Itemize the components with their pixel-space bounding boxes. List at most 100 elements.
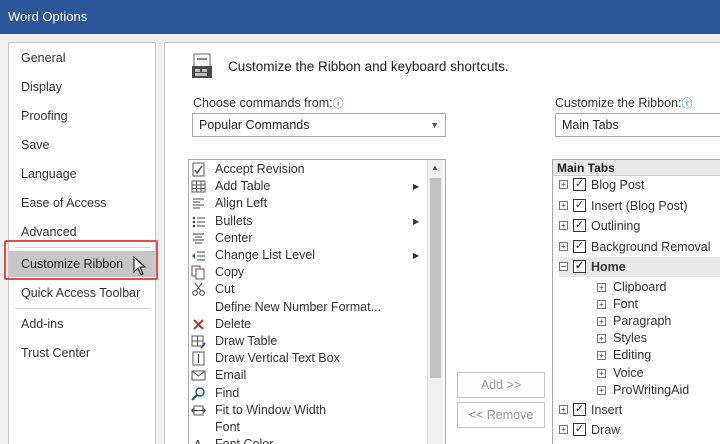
command-item[interactable]: Find — [189, 385, 425, 402]
ribbon-tab-item[interactable]: + ✓ Draw — [559, 420, 720, 440]
commands-list[interactable]: A Font Color Font Fit to Window Width Find Em… — [188, 159, 446, 444]
expand-icon[interactable]: + — [597, 334, 606, 344]
remove-button[interactable]: << Remove — [457, 402, 545, 428]
expand-icon[interactable]: + — [597, 385, 606, 395]
command-item[interactable]: Accept Revision — [189, 161, 425, 178]
ribbon-tab-item[interactable]: + ✓ Outlining — [559, 216, 720, 236]
choose-commands-dropdown[interactable]: Popular Commands ▼ — [192, 113, 446, 137]
command-label: Fit to Window Width — [215, 402, 327, 417]
command-label: Accept Revision — [215, 162, 305, 176]
chevron-down-icon: ▼ — [430, 120, 439, 130]
ribbon-tab-item[interactable]: + ✓ Insert — [559, 400, 720, 420]
customize-ribbon-label: Customize the Ribbon:ⓘ — [555, 95, 692, 111]
expand-icon[interactable]: + — [597, 299, 606, 309]
command-item[interactable]: Draw Vertical Text Box — [189, 350, 425, 367]
expand-icon[interactable]: + — [559, 241, 568, 251]
info-icon: ⓘ — [681, 98, 693, 110]
tree-header-label: Main Tabs — [557, 161, 615, 175]
expand-icon[interactable]: + — [559, 404, 568, 414]
submenu-arrow-icon: ▶ — [413, 251, 420, 260]
align-left-icon — [191, 196, 206, 211]
nav-item-general[interactable]: General — [9, 45, 155, 71]
ribbon-tab-item[interactable]: + ✓ Blog Post — [559, 175, 720, 195]
command-item[interactable]: Email — [189, 367, 425, 384]
command-item[interactable]: Center — [189, 230, 425, 247]
expand-icon[interactable]: + — [559, 200, 568, 210]
nav-item-display[interactable]: Display — [9, 74, 155, 100]
copy-icon — [191, 265, 206, 280]
nav-item-language[interactable]: Language — [9, 161, 155, 187]
choose-commands-label: Choose commands from:ⓘ — [193, 95, 344, 111]
command-item[interactable]: Bullets ▶ — [189, 213, 425, 230]
add-button[interactable]: Add >> — [457, 372, 545, 398]
expand-icon[interactable]: + — [597, 316, 606, 326]
svg-text:A: A — [194, 438, 202, 444]
ribbon-tab-item[interactable]: + ✓ Insert (Blog Post) — [559, 196, 720, 216]
tab-checkbox[interactable]: ✓ — [573, 260, 586, 273]
command-item[interactable]: Draw Table — [189, 333, 425, 350]
submenu-arrow-icon: ▶ — [413, 216, 420, 226]
command-item[interactable]: A Font Color — [189, 436, 425, 444]
command-item[interactable]: Define New Number Format... — [189, 299, 425, 316]
command-label: Center — [215, 230, 253, 245]
bullets-icon — [191, 214, 206, 229]
cut-icon — [191, 282, 206, 297]
tab-checkbox[interactable]: ✓ — [573, 178, 586, 191]
command-label: Delete — [215, 316, 252, 331]
submenu-arrow-icon: ▶ — [413, 182, 420, 192]
ribbon-tabs-tree[interactable]: Main Tabs + ✓ Blog Post + ✓ Insert (Blog Post… — [552, 159, 720, 444]
command-label: Draw Vertical Text Box — [215, 351, 340, 366]
center-icon — [191, 231, 206, 246]
ribbon-tab-item[interactable]: − ✓ Home — [559, 257, 720, 277]
customize-ribbon-value: Main Tabs — [562, 118, 619, 132]
page-heading: Customize the Ribbon and keyboard shortc… — [228, 59, 509, 74]
command-item[interactable]: Add Table ▶ — [189, 178, 425, 195]
command-label: Find — [215, 385, 240, 400]
delete-icon — [191, 317, 206, 332]
ribbon-group-label: Clipboard — [613, 279, 667, 294]
customize-ribbon-label-text: Customize the Ribbon: — [555, 96, 682, 110]
expand-icon[interactable]: + — [559, 425, 568, 435]
commands-scrollbar[interactable]: ▲ — [427, 160, 443, 444]
command-item[interactable]: Font — [189, 419, 425, 436]
tab-checkbox[interactable]: ✓ — [573, 239, 586, 253]
command-label: Email — [215, 368, 247, 383]
title-bar: Word Options — [0, 0, 720, 34]
nav-item-trust-center[interactable]: Trust Center — [9, 340, 155, 366]
command-item[interactable]: Copy — [189, 264, 425, 281]
nav-item-ease-of-access[interactable]: Ease of Access — [9, 190, 155, 216]
ribbon-group-label: Styles — [613, 331, 648, 346]
command-item[interactable]: Align Left — [189, 195, 425, 212]
expand-icon[interactable]: + — [597, 282, 606, 292]
tab-checkbox[interactable]: ✓ — [573, 198, 586, 212]
tab-checkbox[interactable]: ✓ — [573, 423, 586, 437]
text-box-icon — [191, 351, 206, 366]
nav-item-save[interactable]: Save — [9, 132, 155, 158]
command-label: Copy — [215, 265, 245, 280]
nav-item-add-ins[interactable]: Add-ins — [9, 311, 155, 337]
expand-icon[interactable]: + — [559, 221, 568, 230]
customize-ribbon-dropdown[interactable]: Main Tabs — [555, 113, 720, 137]
ribbon-group-label: Paragraph — [613, 313, 672, 328]
accept-revision-icon — [191, 162, 206, 177]
scroll-up-icon[interactable]: ▲ — [431, 163, 439, 172]
tab-checkbox[interactable]: ✓ — [573, 402, 586, 416]
ribbon-tab-label: Blog Post — [591, 178, 645, 192]
nav-item-proofing[interactable]: Proofing — [9, 103, 155, 129]
command-item[interactable]: Delete — [189, 316, 425, 333]
command-item[interactable]: Fit to Window Width — [189, 402, 425, 419]
command-item[interactable]: Cut — [189, 281, 425, 298]
tab-checkbox[interactable]: ✓ — [573, 219, 586, 232]
expand-icon[interactable]: + — [597, 351, 606, 361]
collapse-icon[interactable]: − — [559, 262, 568, 271]
command-label: Font Color — [215, 436, 273, 444]
expand-icon[interactable]: + — [559, 180, 568, 189]
scroll-thumb[interactable] — [430, 178, 441, 378]
ribbon-tab-item[interactable]: + ✓ Background Removal — [559, 237, 720, 257]
expand-icon[interactable]: + — [597, 368, 606, 378]
command-label: Cut — [215, 282, 235, 297]
nav-item-quick-access-toolbar[interactable]: Quick Access Toolbar — [9, 280, 155, 306]
command-item[interactable]: Change List Level ▶ — [189, 247, 425, 264]
mouse-cursor-icon — [133, 256, 147, 276]
font-color-icon: A — [191, 437, 206, 444]
